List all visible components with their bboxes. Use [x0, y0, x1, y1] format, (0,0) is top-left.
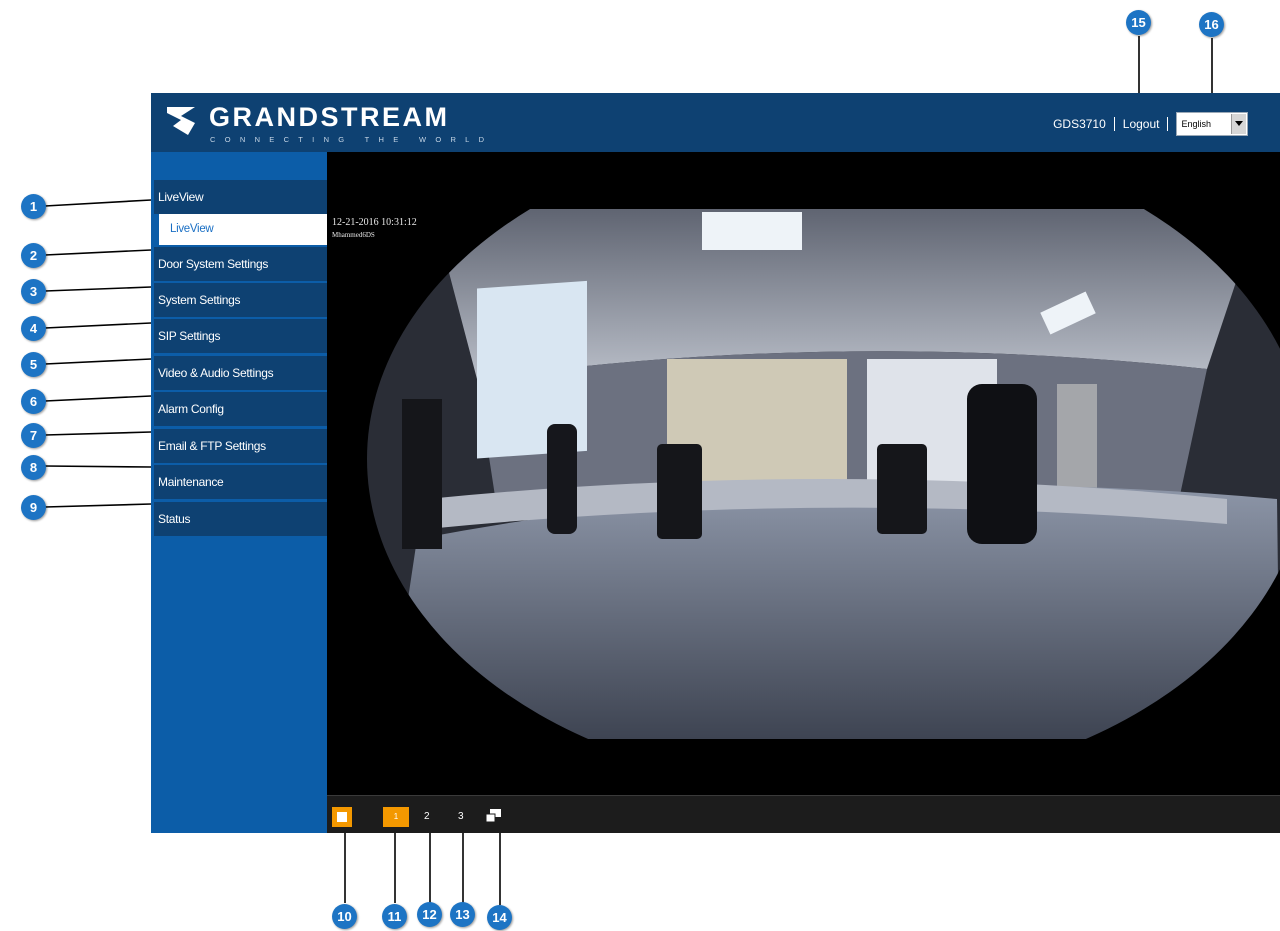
separator — [1167, 117, 1169, 131]
callout-badge-5: 5 — [21, 352, 46, 377]
sidebar-subitem-liveview[interactable]: LiveView — [159, 214, 327, 245]
video-control-bar: 1 2 3 — [327, 795, 1280, 833]
logout-link[interactable]: Logout — [1123, 117, 1160, 131]
sidebar-item-video-audio-settings[interactable]: Video & Audio Settings — [154, 356, 327, 390]
callout-badge-6: 6 — [21, 389, 46, 414]
grandstream-logo-icon — [167, 107, 195, 135]
stream-tab-3[interactable]: 3 — [458, 807, 464, 827]
separator — [1113, 117, 1115, 131]
video-timestamp: 12-21-2016 10:31:12 — [332, 217, 417, 228]
callout-badge-4: 4 — [21, 316, 46, 341]
callout-badge-13: 13 — [450, 902, 475, 927]
callout-badge-7: 7 — [21, 423, 46, 448]
language-select[interactable]: English — [1176, 112, 1248, 136]
camera-frame: 12-21-2016 10:31:12 Mhammed6DS — [327, 209, 1280, 739]
callout-badge-9: 9 — [21, 495, 46, 520]
brand-tagline: CONNECTING THE WORLD — [210, 135, 494, 144]
sidebar-item-status[interactable]: Status — [154, 502, 327, 536]
sidebar-item-door-system-settings[interactable]: Door System Settings — [154, 247, 327, 281]
sidebar: LiveView LiveView Door System Settings S… — [151, 152, 327, 833]
fullscreen-icon[interactable] — [486, 809, 502, 823]
live-video-area[interactable]: 12-21-2016 10:31:12 Mhammed6DS — [327, 152, 1280, 795]
callout-badge-3: 3 — [21, 279, 46, 304]
stream-tab-1[interactable]: 1 — [383, 807, 409, 827]
top-header: GRANDSTREAM CONNECTING THE WORLD GDS3710… — [151, 93, 1280, 152]
callout-badge-10: 10 — [332, 904, 357, 929]
device-name: GDS3710 — [1053, 117, 1106, 131]
callout-badge-12: 12 — [417, 902, 442, 927]
callout-badge-15: 15 — [1126, 10, 1151, 35]
callout-badge-1: 1 — [21, 194, 46, 219]
callout-badge-11: 11 — [382, 904, 407, 929]
chevron-down-icon[interactable] — [1231, 114, 1246, 134]
sidebar-item-system-settings[interactable]: System Settings — [154, 283, 327, 317]
camera-name-overlay: Mhammed6DS — [332, 231, 375, 239]
stop-button[interactable] — [332, 807, 352, 827]
stream-tab-2[interactable]: 2 — [424, 807, 430, 827]
fisheye-image — [327, 209, 1280, 739]
callout-badge-14: 14 — [487, 905, 512, 930]
sidebar-item-email-ftp-settings[interactable]: Email & FTP Settings — [154, 429, 327, 463]
sidebar-item-liveview[interactable]: LiveView — [154, 180, 327, 214]
header-actions: GDS3710 Logout English — [1053, 111, 1248, 137]
callout-badge-16: 16 — [1199, 12, 1224, 37]
language-value: English — [1181, 119, 1211, 129]
brand-name: GRANDSTREAM — [209, 102, 450, 132]
sidebar-item-sip-settings[interactable]: SIP Settings — [154, 319, 327, 353]
sidebar-item-maintenance[interactable]: Maintenance — [154, 465, 327, 499]
stop-icon — [337, 812, 347, 822]
sidebar-item-alarm-config[interactable]: Alarm Config — [154, 392, 327, 426]
callout-badge-8: 8 — [21, 455, 46, 480]
callout-badge-2: 2 — [21, 243, 46, 268]
